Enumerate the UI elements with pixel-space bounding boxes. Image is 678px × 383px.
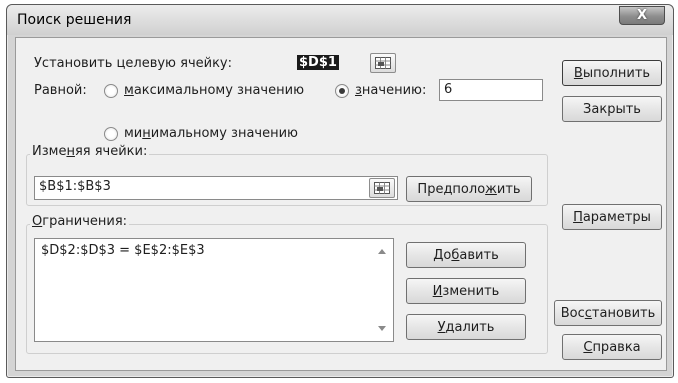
radio-min[interactable] <box>104 127 118 141</box>
close-window-button[interactable]: X <box>619 6 665 25</box>
options-button[interactable]: Параметры <box>562 204 662 230</box>
radio-value[interactable] <box>335 84 349 98</box>
changing-cells-input[interactable]: $B$1:$B$3 <box>34 176 398 200</box>
radio-value-label: значению: <box>355 83 427 98</box>
guess-button[interactable]: Предполо ж ить <box>406 176 532 202</box>
constraints-list[interactable]: $D$2:$D$3 = $E$2:$E$3 <box>34 238 394 342</box>
range-select-icon <box>374 182 390 194</box>
radio-min-label: минимальному значению <box>124 126 298 141</box>
list-item[interactable]: $D$2:$D$3 = $E$2:$E$3 <box>41 243 205 258</box>
changing-cells-legend: Изменяя ячейки: <box>30 144 150 159</box>
scroll-up-icon[interactable] <box>378 249 386 254</box>
target-value-input[interactable]: 6 <box>439 79 543 101</box>
equal-to-label: Равной: <box>34 83 87 98</box>
scroll-down-icon[interactable] <box>378 326 386 331</box>
target-refedit-button[interactable] <box>370 53 396 73</box>
constraints-legend: Ограничения: <box>30 214 130 229</box>
radio-max-label: максимальному значению <box>124 83 305 98</box>
dialog-title: Поиск решения <box>17 12 132 28</box>
range-select-icon <box>375 57 391 69</box>
dialog-body: Установить целевую ячейку: $D$1 Равной: … <box>15 37 667 371</box>
target-cell-value: $D$1 <box>297 55 339 70</box>
target-cell-input[interactable]: $D$1 <box>294 52 362 74</box>
reset-button[interactable]: Вос с тановить <box>554 300 662 326</box>
solver-dialog: Поиск решения X Установить целевую ячейк… <box>6 4 674 378</box>
changing-refedit-button[interactable] <box>369 178 395 198</box>
radio-max[interactable] <box>104 84 118 98</box>
solve-button[interactable]: Выполнить <box>562 60 662 86</box>
close-button[interactable]: Закрыть <box>562 96 662 122</box>
target-cell-label: Установить целевую ячейку: <box>34 56 232 71</box>
delete-constraint-button[interactable]: Удалить <box>406 314 526 340</box>
help-button[interactable]: Справка <box>562 334 662 360</box>
add-constraint-button[interactable]: До б авить <box>406 242 526 268</box>
title-bar: Поиск решения X <box>7 5 673 35</box>
close-icon: X <box>636 8 648 23</box>
edit-constraint-button[interactable]: Изменить <box>406 278 526 304</box>
